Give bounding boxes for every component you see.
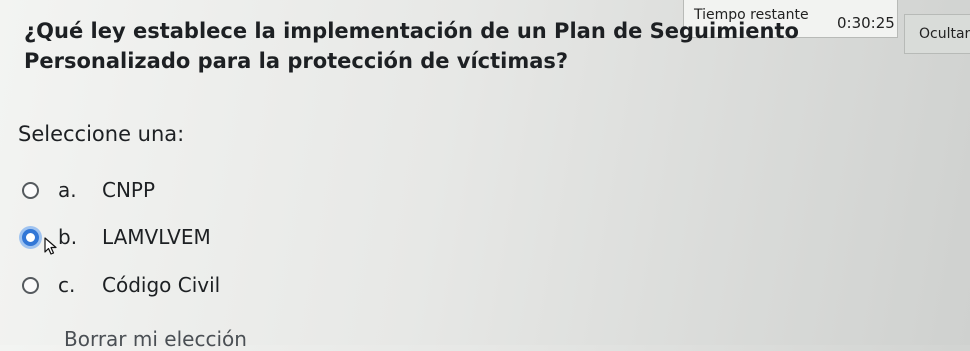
answer-option-a[interactable]: a. CNPP <box>22 175 155 205</box>
question-text: ¿Qué ley establece la implementación de … <box>24 19 799 73</box>
option-letter-b: b. <box>58 225 78 249</box>
option-letter-c: c. <box>58 273 76 297</box>
select-one-label: Seleccione una: <box>18 122 185 146</box>
option-letter-a: a. <box>58 178 77 202</box>
clear-my-choice-link[interactable]: Borrar mi elección <box>64 327 247 351</box>
radio-button-a[interactable] <box>22 181 39 199</box>
option-text-a: CNPP <box>102 178 156 202</box>
mouse-pointer-icon <box>44 237 57 255</box>
radio-button-c[interactable] <box>22 276 39 294</box>
option-text-b: LAMVLVEM <box>102 225 211 249</box>
option-text-c: Código Civil <box>102 273 221 297</box>
answer-option-c[interactable]: c. Código Civil <box>22 270 220 300</box>
radio-button-b[interactable] <box>22 228 39 246</box>
